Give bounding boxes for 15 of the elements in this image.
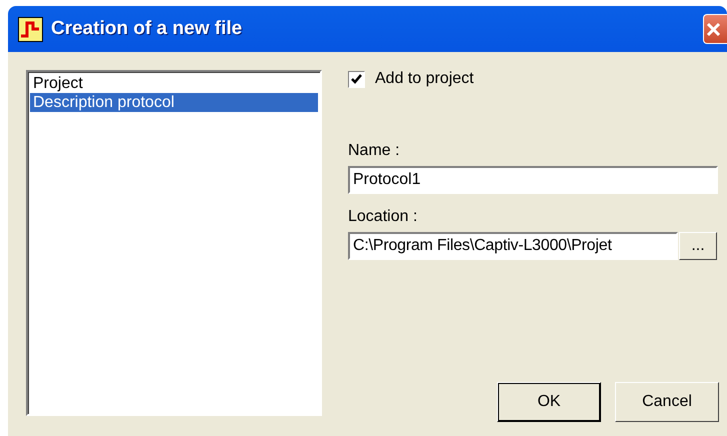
field-label: Location : (348, 208, 418, 226)
browse-button[interactable]: ... (679, 232, 717, 260)
dialog-button[interactable]: OK (497, 382, 601, 422)
close-button[interactable] (703, 14, 727, 44)
name-field[interactable]: Protocol1 (348, 166, 718, 194)
window-title: Creation of a new file (51, 18, 244, 40)
close-icon (704, 20, 722, 38)
dialog-button[interactable]: Cancel (615, 382, 719, 422)
checkbox-label: Add to project (375, 70, 474, 88)
field-label: Name : (348, 142, 401, 160)
list-item[interactable]: Project (30, 74, 318, 93)
checkbox[interactable] (348, 70, 365, 88)
location-field[interactable]: C:\Program Files\Captiv-L3000\Projet (348, 232, 678, 260)
app-icon (18, 16, 43, 42)
list-item[interactable]: Description protocol (30, 93, 318, 112)
